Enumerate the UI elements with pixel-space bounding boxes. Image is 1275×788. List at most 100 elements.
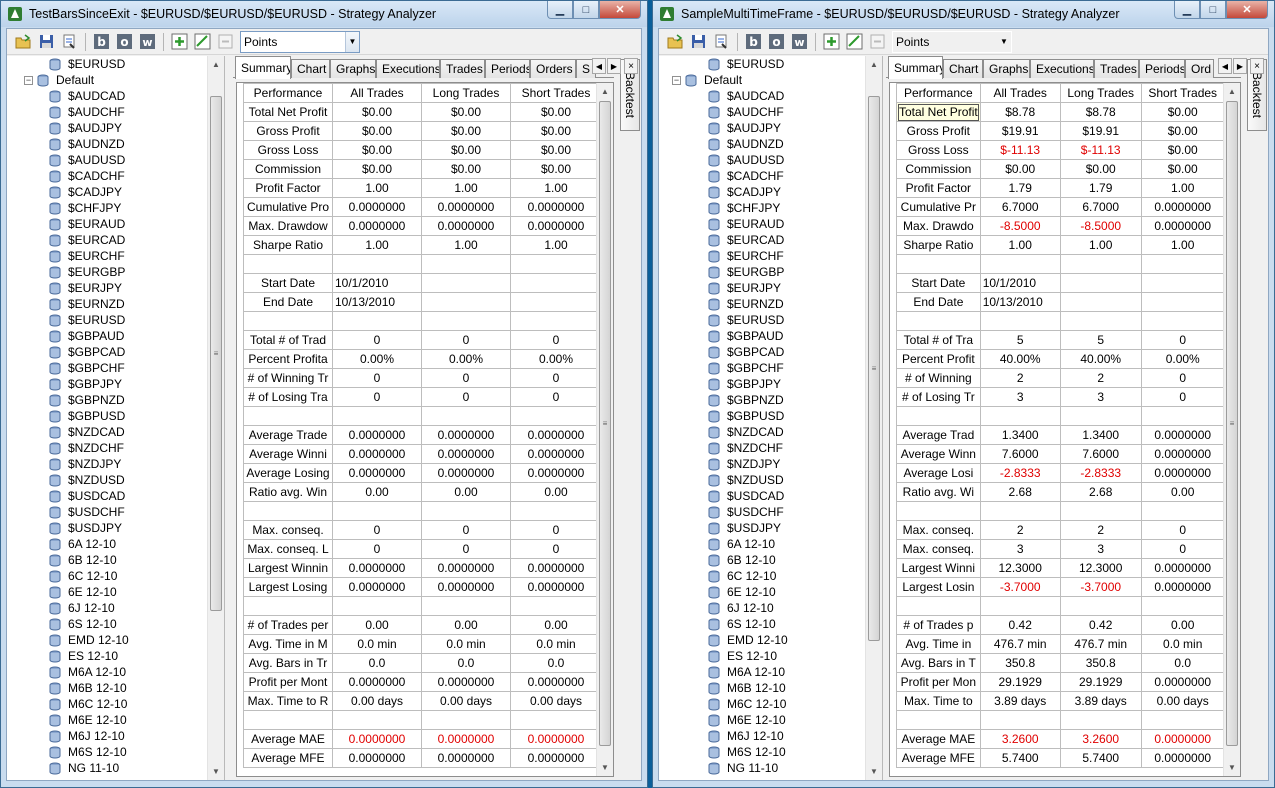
metric-label[interactable]: # of Losing Tra: [243, 387, 333, 407]
value-long[interactable]: 3: [1059, 539, 1142, 559]
tree-item-eurcad[interactable]: $EURCAD: [7, 232, 207, 248]
value-long[interactable]: 0.0000000: [421, 729, 511, 749]
scroll-up-icon[interactable]: ▲: [1224, 83, 1240, 100]
tab-executions[interactable]: Executions: [376, 59, 440, 78]
value-long[interactable]: 0.0000000: [421, 558, 511, 578]
tab-trades[interactable]: Trades: [440, 59, 485, 78]
scroll-up-icon[interactable]: ▲: [866, 56, 882, 73]
value-long[interactable]: 12.3000: [1059, 558, 1142, 578]
metric-label[interactable]: End Date: [243, 292, 333, 312]
tree-item-nzdchf[interactable]: $NZDCHF: [7, 440, 207, 456]
tree-item-cadjpy[interactable]: $CADJPY: [659, 184, 865, 200]
open-folder-button[interactable]: [13, 32, 33, 52]
tree-item-chfjpy[interactable]: $CHFJPY: [659, 200, 865, 216]
tree-item-gbpusd[interactable]: $GBPUSD: [659, 408, 865, 424]
value-all[interactable]: -8.5000: [979, 216, 1061, 236]
tree-item-gbpaud[interactable]: $GBPAUD: [7, 328, 207, 344]
tab-summary[interactable]: Summary: [235, 56, 291, 79]
w-button[interactable]: w: [789, 32, 809, 52]
value-short[interactable]: [1140, 273, 1225, 293]
value-long[interactable]: 0.0000000: [421, 444, 511, 464]
tree-item-usdjpy[interactable]: $USDJPY: [659, 520, 865, 536]
metric-label[interactable]: Profit per Mon: [896, 672, 981, 692]
value-long[interactable]: 5.7400: [1059, 748, 1142, 768]
value-short[interactable]: 0.0000000: [1140, 748, 1225, 768]
tree-item-m6e-12-10[interactable]: M6E 12-10: [7, 712, 207, 728]
value-long[interactable]: 476.7 min: [1059, 634, 1142, 654]
value-short[interactable]: 0.00 days: [1140, 691, 1225, 711]
value-long[interactable]: 350.8: [1059, 653, 1142, 673]
tree-item-6a-12-10[interactable]: 6A 12-10: [659, 536, 865, 552]
value-long[interactable]: 2: [1059, 520, 1142, 540]
maximize-button[interactable]: □: [1200, 1, 1226, 19]
value-long[interactable]: 0: [421, 330, 511, 350]
tree-scrollbar[interactable]: ▲ ≡ ▼: [207, 56, 224, 780]
tree-item-m6s-12-10[interactable]: M6S 12-10: [659, 744, 865, 760]
collapse-toggle-icon[interactable]: −: [672, 75, 681, 85]
column-header-all-trades[interactable]: All Trades: [979, 83, 1061, 103]
scroll-down-icon[interactable]: ▼: [597, 759, 613, 776]
value-all[interactable]: 3: [979, 539, 1061, 559]
value-all[interactable]: 40.00%: [979, 349, 1061, 369]
metric-label[interactable]: Percent Profita: [243, 349, 333, 369]
tree-item-emd-12-10[interactable]: EMD 12-10: [659, 632, 865, 648]
value-all[interactable]: 10/1/2010: [979, 273, 1061, 293]
value-short[interactable]: 0: [510, 368, 602, 388]
grid-scrollbar[interactable]: ▲ ≡ ▼: [1223, 83, 1240, 776]
value-all[interactable]: 29.1929: [979, 672, 1061, 692]
tree-item-6e-12-10[interactable]: 6E 12-10: [7, 584, 207, 600]
properties-button[interactable]: [59, 32, 79, 52]
value-long[interactable]: 3: [1059, 387, 1142, 407]
tree-item-es-12-10[interactable]: ES 12-10: [659, 648, 865, 664]
scroll-up-icon[interactable]: ▲: [208, 56, 224, 73]
value-long[interactable]: 0.00: [421, 482, 511, 502]
value-all[interactable]: $0.00: [332, 159, 422, 179]
value-all[interactable]: 0: [332, 520, 422, 540]
value-short[interactable]: 0.0000000: [510, 748, 602, 768]
tree-item-gbpchf[interactable]: $GBPCHF: [7, 360, 207, 376]
value-all[interactable]: 2: [979, 368, 1061, 388]
value-long[interactable]: 40.00%: [1059, 349, 1142, 369]
value-long[interactable]: 2: [1059, 368, 1142, 388]
value-short[interactable]: 0.0000000: [510, 558, 602, 578]
scroll-thumb[interactable]: ≡: [868, 96, 880, 641]
value-short[interactable]: [510, 292, 602, 312]
value-long[interactable]: 0.42: [1059, 615, 1142, 635]
tree-item-eurusd[interactable]: $EURUSD: [659, 312, 865, 328]
value-all[interactable]: 6.7000: [979, 197, 1061, 217]
tree-item-euraud[interactable]: $EURAUD: [7, 216, 207, 232]
tab-scroll-right-icon[interactable]: ▶: [607, 58, 621, 74]
value-long[interactable]: 1.3400: [1059, 425, 1142, 445]
value-long[interactable]: 0: [421, 387, 511, 407]
metric-label[interactable]: Average Winn: [896, 444, 981, 464]
metric-label[interactable]: Average Trade: [243, 425, 333, 445]
value-short[interactable]: 0.0000000: [1140, 729, 1225, 749]
tree-item-audjpy[interactable]: $AUDJPY: [7, 120, 207, 136]
tree-item-audusd[interactable]: $AUDUSD: [659, 152, 865, 168]
column-header-long-trades[interactable]: Long Trades: [1059, 83, 1142, 103]
metric-label[interactable]: Sharpe Ratio: [243, 235, 333, 255]
value-long[interactable]: 0.00: [421, 615, 511, 635]
w-button[interactable]: w: [137, 32, 157, 52]
minimize-button[interactable]: ▁: [1174, 1, 1200, 19]
value-short[interactable]: 0.0000000: [510, 216, 602, 236]
value-short[interactable]: [510, 273, 602, 293]
tree-item-gbpaud[interactable]: $GBPAUD: [659, 328, 865, 344]
scroll-thumb[interactable]: ≡: [210, 96, 222, 611]
value-long[interactable]: [1059, 292, 1142, 312]
value-short[interactable]: 0.0000000: [1140, 672, 1225, 692]
value-short[interactable]: 0.00: [510, 482, 602, 502]
metric-label[interactable]: Max. conseq. L: [243, 539, 333, 559]
tree-item-6b-12-10[interactable]: 6B 12-10: [659, 552, 865, 568]
tree-item-usdchf[interactable]: $USDCHF: [7, 504, 207, 520]
value-all[interactable]: $0.00: [332, 140, 422, 160]
metric-label[interactable]: Gross Loss: [896, 140, 981, 160]
metric-label[interactable]: Gross Profit: [896, 121, 981, 141]
value-long[interactable]: $0.00: [421, 159, 511, 179]
value-short[interactable]: 0: [510, 539, 602, 559]
value-long[interactable]: [421, 292, 511, 312]
tab-close-icon[interactable]: ×: [624, 58, 638, 74]
metric-label[interactable]: Avg. Bars in T: [896, 653, 981, 673]
collapse-toggle-icon[interactable]: −: [24, 75, 33, 85]
tree-item-6s-12-10[interactable]: 6S 12-10: [659, 616, 865, 632]
